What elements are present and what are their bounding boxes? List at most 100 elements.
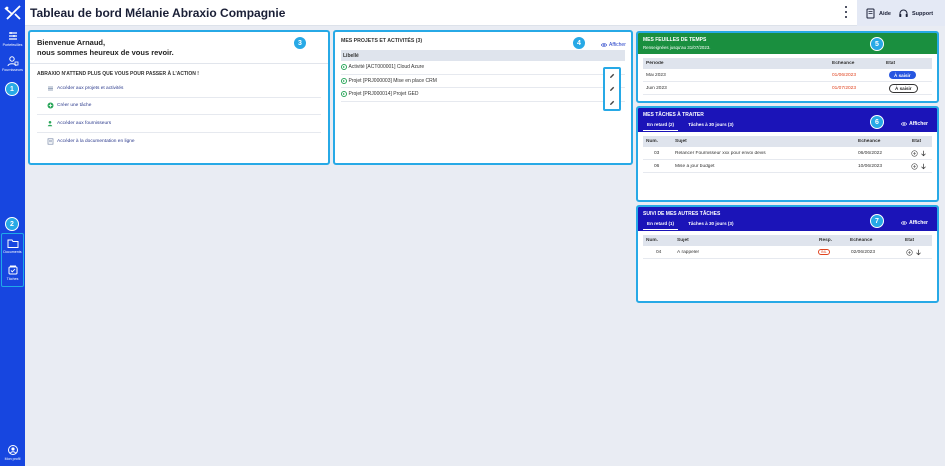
subject-cell: À rappeler [677, 249, 700, 255]
projects-icon [48, 86, 53, 91]
add-circle-icon[interactable] [906, 248, 913, 256]
other-task-row[interactable]: 04 À rappeler INL 02/06/2023 [643, 246, 932, 259]
sidebar-item-portfolios[interactable]: Portefeuilles [0, 30, 25, 47]
projects-table-header: Libellé [341, 50, 625, 61]
tab-late[interactable]: En retard (2) [643, 120, 679, 131]
tasks-header: MES TÂCHES À TRAITER En retard (2) Tâche… [638, 108, 937, 132]
other-tasks-table-header: Num. Sujet Resp. Échéance État [643, 235, 932, 246]
help-label: Aide [879, 10, 891, 17]
edit-button[interactable] [605, 69, 619, 83]
show-label: Afficher [909, 121, 928, 127]
other-tasks-show-button[interactable]: Afficher [901, 220, 928, 226]
link-label: Accéder à la documentation en ligne [57, 138, 135, 144]
tasks-panel: MES TÂCHES À TRAITER En retard (2) Tâche… [636, 106, 939, 202]
timesheet-row[interactable]: Mai 2023 01/06/2023 À saisir [643, 69, 932, 82]
page-title: Tableau de bord Mélanie Abraxio Compagni… [30, 6, 286, 20]
sidebar-item-suppliers[interactable]: Fournisseurs [0, 55, 25, 72]
subject-cell: Relancer Fournisseur xxx pour envoi devi… [675, 150, 766, 156]
welcome-greeting: Bienvenue Arnaud, nous sommes heureux de… [30, 32, 328, 64]
task-row[interactable]: 06 Mise à jour budget 10/06/2023 [643, 160, 932, 173]
pencil-icon [610, 100, 615, 105]
eye-icon [601, 43, 607, 47]
arrow-down-icon[interactable] [920, 163, 927, 170]
resp-badge: INL [818, 249, 830, 255]
other-tasks-tabs: En retard (1) Tâches à 30 jours (3) [643, 219, 932, 230]
tab-late[interactable]: En retard (1) [643, 219, 679, 230]
sidebar: Portefeuilles Fournisseurs 1 2 Documents… [0, 0, 25, 466]
annotation-badge-5: 5 [870, 37, 884, 51]
period-cell: Juin 2023 [646, 85, 667, 91]
due-cell: 06/06/2022 [858, 150, 883, 156]
project-row[interactable]: Projet [PRJ000014] Projet GED [341, 88, 625, 102]
play-icon [341, 91, 347, 98]
column-header: Num. [646, 238, 658, 243]
timesheets-header: MES FEUILLES DE TEMPS Renseignées jusqu'… [638, 33, 937, 54]
documentation-icon [47, 138, 54, 145]
timesheets-subtitle: Renseignées jusqu'au 31/07/2023. [643, 44, 711, 50]
state-actions [911, 149, 927, 157]
projects-show-button[interactable]: Afficher [601, 42, 626, 48]
more-menu-icon[interactable] [843, 5, 849, 19]
column-header: Échéance [850, 238, 873, 243]
suppliers-icon [47, 120, 53, 127]
play-icon [341, 77, 347, 84]
timesheets-title: MES FEUILLES DE TEMPS [643, 37, 707, 43]
eye-icon [901, 221, 908, 225]
due-cell: 02/06/2023 [851, 249, 876, 255]
link-suppliers[interactable]: Accéder aux fournisseurs [37, 115, 321, 133]
task-row[interactable]: 03 Relancer Fournisseur xxx pour envoi d… [643, 147, 932, 160]
pencil-icon [610, 73, 615, 78]
help-button[interactable]: Aide [865, 8, 891, 19]
tasks-show-button[interactable]: Afficher [901, 121, 928, 127]
sidebar-item-documents[interactable]: Documents [0, 237, 25, 254]
annotation-badge-4: 4 [572, 36, 586, 50]
timesheet-row[interactable]: Juin 2023 01/07/2023 À saisir [643, 82, 932, 95]
sidebar-item-profile[interactable]: Mon profil [0, 444, 25, 461]
top-header: Tableau de bord Mélanie Abraxio Compagni… [25, 0, 945, 26]
folder-icon [7, 239, 18, 248]
app-logo[interactable] [4, 5, 21, 20]
book-icon [866, 8, 875, 19]
arrow-down-icon[interactable] [915, 249, 922, 256]
due-cell: 01/06/2023 [832, 72, 857, 78]
edit-button[interactable] [605, 83, 619, 97]
show-label: Afficher [909, 220, 928, 226]
create-task-icon [47, 102, 54, 109]
sidebar-item-label: Fournisseurs [2, 68, 23, 72]
column-header: Resp. [819, 238, 833, 243]
other-tasks-header: SUIVI DE MES AUTRES TÂCHES En retard (1)… [638, 207, 937, 231]
column-header-label: Libellé [343, 52, 359, 59]
state-button[interactable]: À saisir [889, 83, 918, 93]
num-cell: 03 [654, 150, 660, 156]
welcome-panel: Bienvenue Arnaud, nous sommes heureux de… [28, 30, 330, 165]
link-label: Accéder aux fournisseurs [57, 120, 112, 126]
edit-button[interactable] [605, 96, 619, 110]
play-icon [341, 64, 347, 71]
link-create-task[interactable]: Créer une tâche [37, 98, 321, 115]
link-documentation[interactable]: Accéder à la documentation en ligne [37, 133, 321, 151]
project-label: Projet [PRJ000014] Projet GED [348, 91, 419, 98]
project-row[interactable]: Activité [ACT000001] Cloud Azure [341, 61, 625, 75]
tab-30-days[interactable]: Tâches à 30 jours (3) [684, 120, 737, 131]
link-projects[interactable]: Accéder aux projets et activités [37, 80, 321, 98]
support-button[interactable]: Support [898, 8, 933, 19]
profile-icon [7, 445, 18, 455]
resp-cell: INL [818, 249, 848, 255]
sidebar-item-tasks[interactable]: Tâches [0, 264, 25, 281]
state-button[interactable]: À saisir [889, 71, 916, 79]
projects-panel: MES PROJETS ET ACTIVITÉS (3) Afficher Li… [333, 30, 633, 165]
arrow-down-icon[interactable] [920, 150, 927, 157]
column-header: État [912, 139, 922, 144]
column-header: État [886, 61, 896, 66]
tab-30-days[interactable]: Tâches à 30 jours (3) [684, 219, 737, 230]
tasks-title: MES TÂCHES À TRAITER [643, 112, 704, 118]
add-circle-icon[interactable] [911, 162, 918, 170]
project-row[interactable]: Projet [PRJ000003] Mise en place CRM [341, 75, 625, 88]
link-label: Créer une tâche [57, 103, 92, 109]
edit-actions-column [603, 67, 621, 111]
column-header: Période [646, 61, 664, 66]
suppliers-icon [7, 56, 18, 67]
tasks-tabs: En retard (2) Tâches à 30 jours (3) [643, 120, 932, 131]
add-circle-icon[interactable] [911, 149, 918, 157]
due-cell: 01/07/2023 [832, 85, 857, 91]
